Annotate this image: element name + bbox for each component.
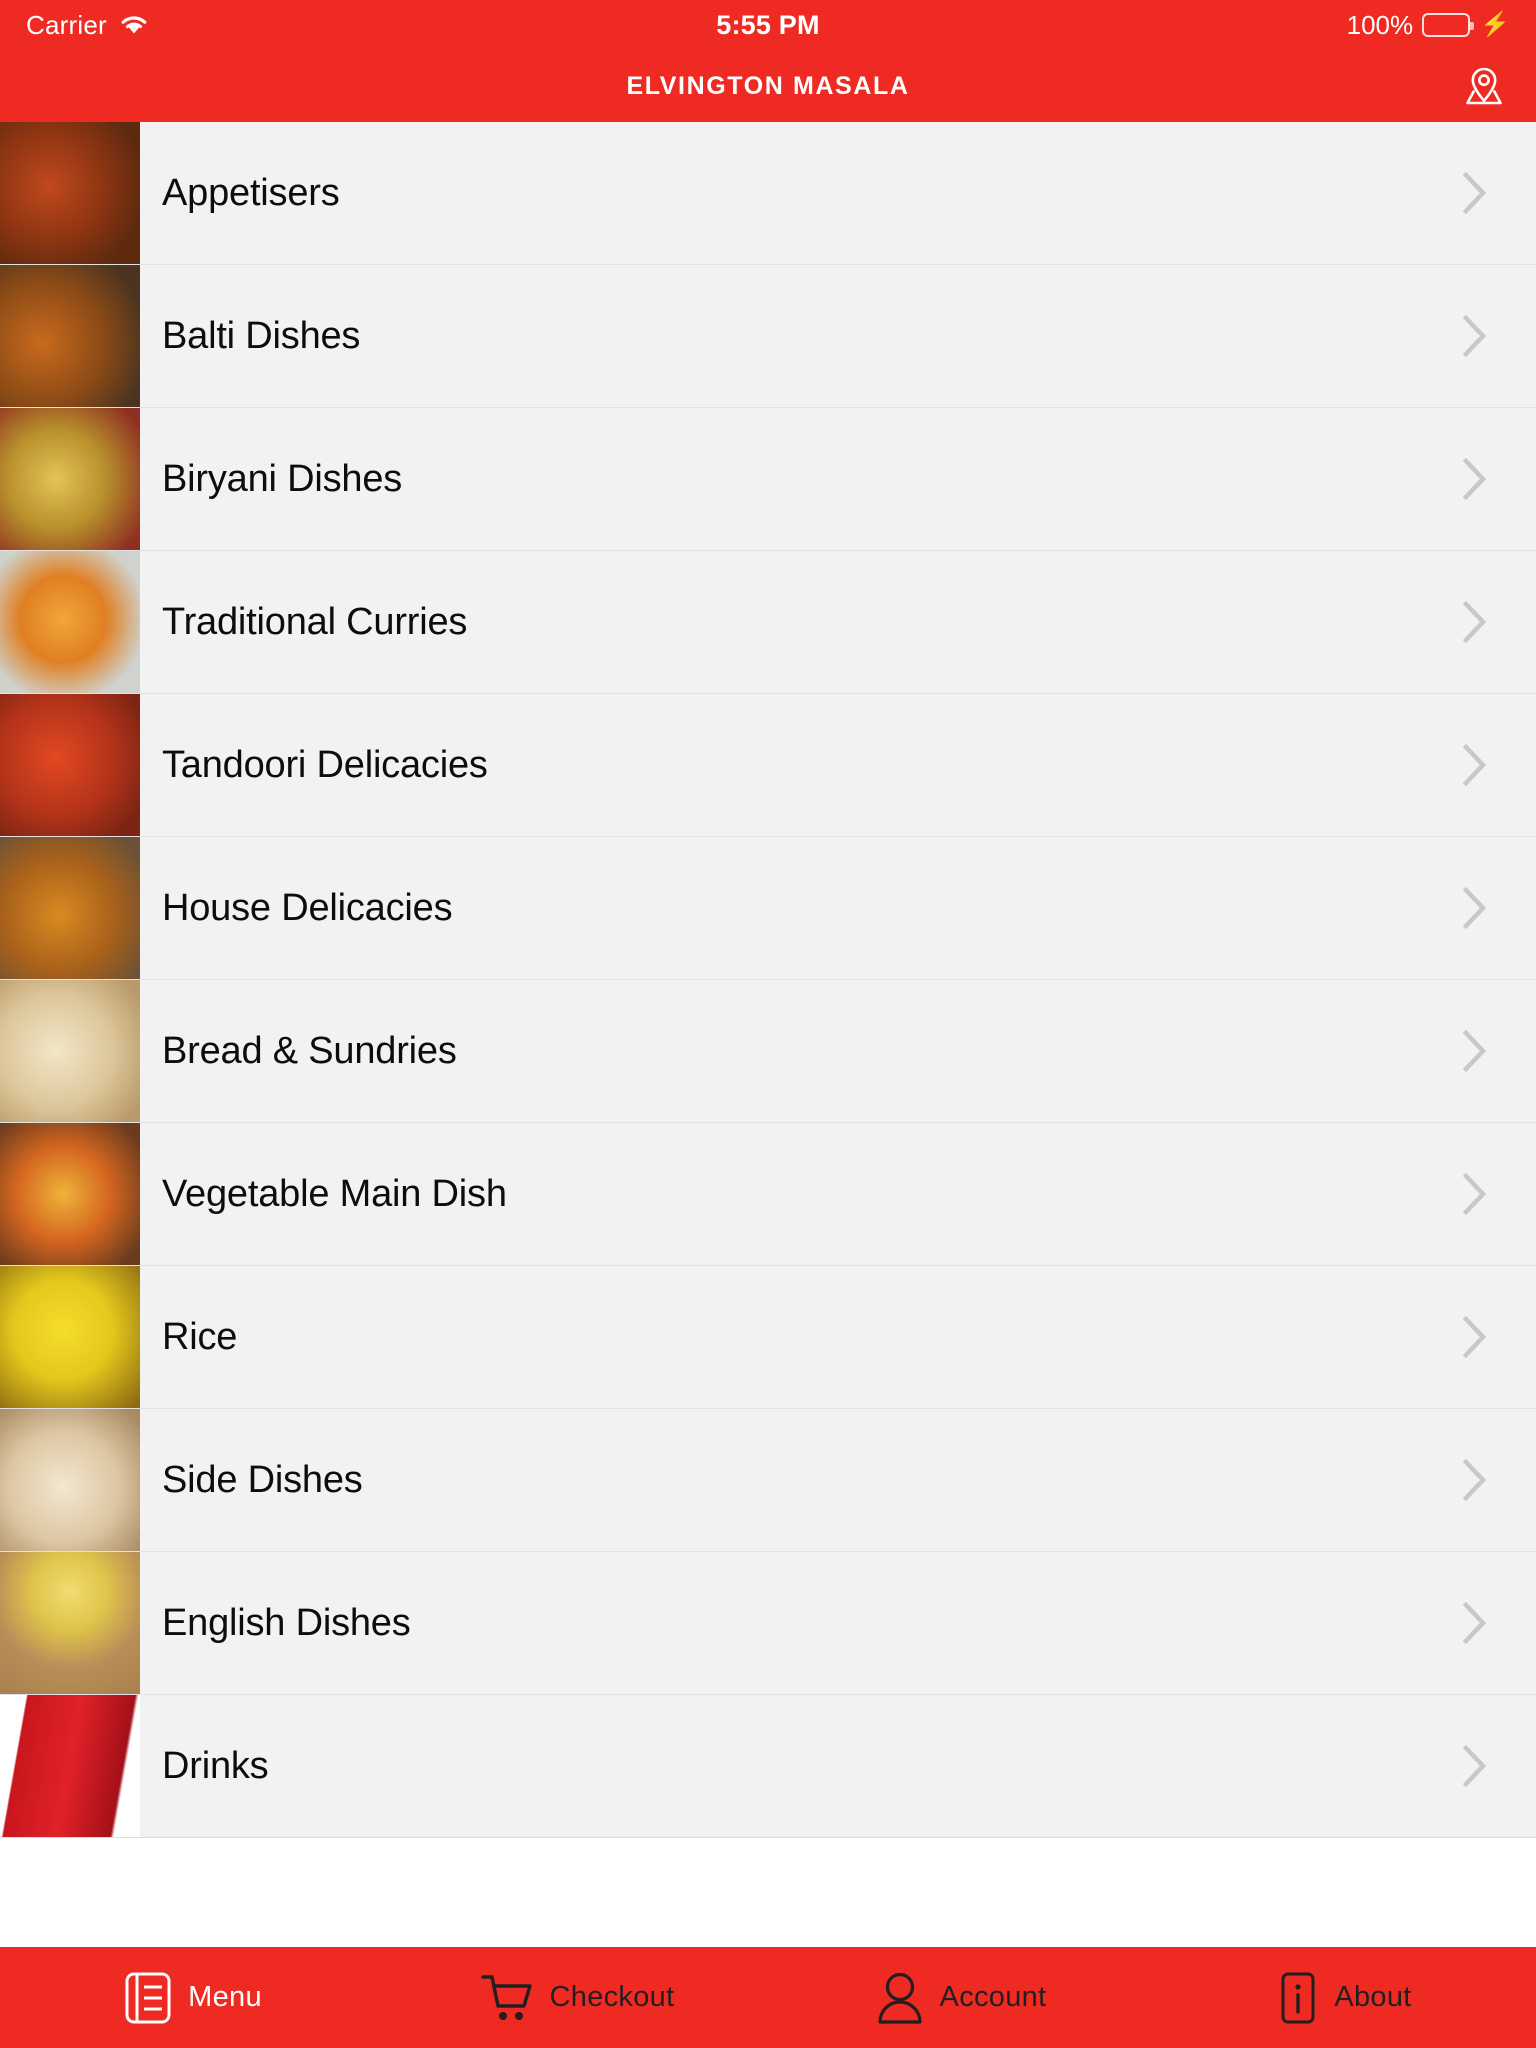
person-icon xyxy=(874,1970,926,2026)
category-label: Drinks xyxy=(162,1744,269,1787)
status-bar-clock: 5:55 PM xyxy=(716,9,820,40)
category-row[interactable]: Vegetable Main Dish xyxy=(0,1123,1536,1266)
category-label: Rice xyxy=(162,1315,238,1358)
category-thumbnail xyxy=(0,1695,140,1837)
chevron-right-icon xyxy=(1430,1266,1536,1408)
category-label: House Delicacies xyxy=(162,886,453,929)
tab-menu[interactable]: Menu xyxy=(0,1947,384,2048)
category-label: Appetisers xyxy=(162,171,340,214)
menu-book-icon xyxy=(122,1970,174,2026)
page-title: ELVINGTON MASALA xyxy=(626,71,910,100)
category-thumbnail xyxy=(0,837,140,979)
category-row[interactable]: Bread & Sundries xyxy=(0,980,1536,1123)
category-row[interactable]: Balti Dishes xyxy=(0,265,1536,408)
chevron-right-icon xyxy=(1430,980,1536,1122)
category-row[interactable]: Traditional Curries xyxy=(0,551,1536,694)
category-list: Appetisers Balti Dishes Biryani Dishes Trad… xyxy=(0,122,1536,1838)
category-thumbnail xyxy=(0,408,140,550)
category-thumbnail xyxy=(0,1552,140,1694)
category-label: Biryani Dishes xyxy=(162,457,403,500)
tab-checkout[interactable]: Checkout xyxy=(384,1947,768,2048)
category-label: Traditional Curries xyxy=(162,600,468,643)
tab-label: Menu xyxy=(188,1981,262,2013)
category-label: Vegetable Main Dish xyxy=(162,1172,507,1215)
category-row[interactable]: Biryani Dishes xyxy=(0,408,1536,551)
carrier-label: Carrier xyxy=(26,9,107,40)
map-location-pin-icon[interactable] xyxy=(1456,58,1512,114)
category-row[interactable]: Rice xyxy=(0,1266,1536,1409)
category-row[interactable]: Appetisers xyxy=(0,122,1536,265)
category-thumbnail xyxy=(0,694,140,836)
nav-bar: ELVINGTON MASALA xyxy=(0,50,1536,122)
tab-label: Account xyxy=(939,1981,1047,2013)
lightning-bolt-icon: ⚡ xyxy=(1480,11,1510,38)
chevron-right-icon xyxy=(1430,1409,1536,1551)
chevron-right-icon xyxy=(1430,551,1536,693)
chevron-right-icon xyxy=(1430,1123,1536,1265)
tab-label: Checkout xyxy=(549,1981,675,2013)
chevron-right-icon xyxy=(1430,1552,1536,1694)
category-label: Balti Dishes xyxy=(162,314,361,357)
battery-full-icon xyxy=(1422,13,1475,37)
category-thumbnail xyxy=(0,1123,140,1265)
category-row[interactable]: Tandoori Delicacies xyxy=(0,694,1536,837)
status-bar: Carrier 5:55 PM 100% ⚡ xyxy=(0,0,1536,50)
wifi-icon xyxy=(119,13,149,37)
category-thumbnail xyxy=(0,551,140,693)
shopping-cart-icon xyxy=(478,1970,536,2026)
category-label: English Dishes xyxy=(162,1601,411,1644)
bottom-tab-bar: Menu Checkout Account About xyxy=(0,1947,1536,2048)
status-bar-right: 100% ⚡ xyxy=(1347,10,1510,41)
chevron-right-icon xyxy=(1430,694,1536,836)
category-thumbnail xyxy=(0,980,140,1122)
info-icon xyxy=(1276,1970,1320,2026)
category-row[interactable]: House Delicacies xyxy=(0,837,1536,980)
category-row[interactable]: Drinks xyxy=(0,1695,1536,1837)
chevron-right-icon xyxy=(1430,265,1536,407)
app-root: Carrier 5:55 PM 100% ⚡ ELVINGTON MASALA xyxy=(0,0,1536,2048)
content-spacer xyxy=(0,1838,1536,1947)
chevron-right-icon xyxy=(1430,837,1536,979)
category-row[interactable]: English Dishes xyxy=(0,1552,1536,1695)
tab-account[interactable]: Account xyxy=(768,1947,1152,2048)
tab-label: About xyxy=(1334,1981,1412,2013)
status-bar-left: Carrier xyxy=(26,10,149,41)
category-row[interactable]: Side Dishes xyxy=(0,1409,1536,1552)
category-label: Bread & Sundries xyxy=(162,1029,457,1072)
category-label: Tandoori Delicacies xyxy=(162,743,488,786)
category-thumbnail xyxy=(0,122,140,264)
chevron-right-icon xyxy=(1430,408,1536,550)
category-thumbnail xyxy=(0,1266,140,1408)
chevron-right-icon xyxy=(1430,122,1536,264)
battery-percent-label: 100% xyxy=(1346,9,1414,40)
tab-about[interactable]: About xyxy=(1152,1947,1536,2048)
category-thumbnail xyxy=(0,1409,140,1551)
category-label: Side Dishes xyxy=(162,1458,363,1501)
category-thumbnail xyxy=(0,265,140,407)
chevron-right-icon xyxy=(1430,1695,1536,1837)
